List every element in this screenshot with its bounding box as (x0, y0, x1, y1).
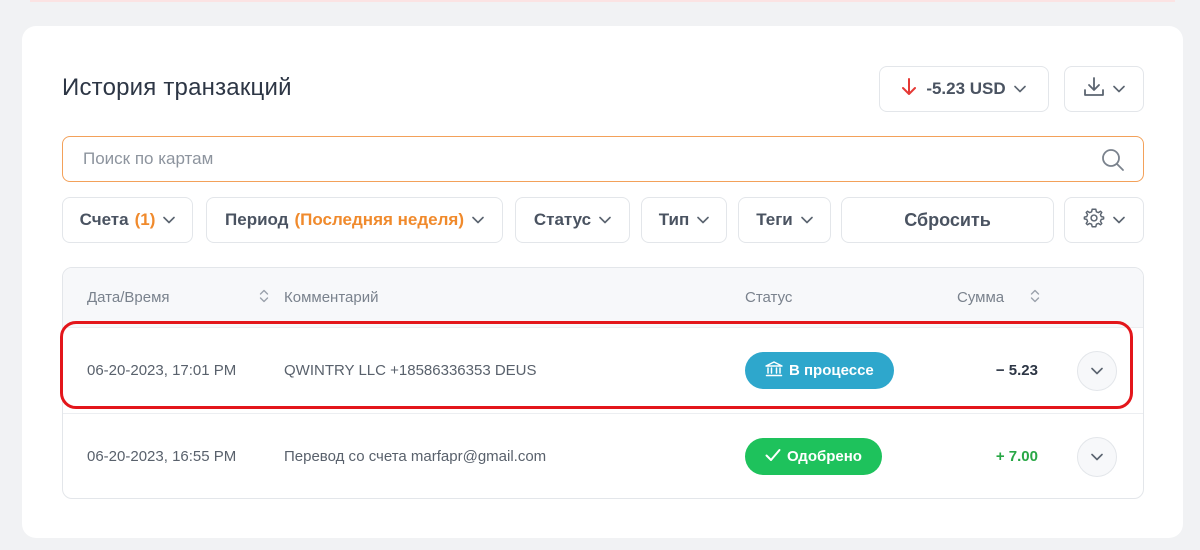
download-icon (1083, 76, 1105, 103)
status-label: В процессе (789, 362, 874, 379)
transactions-table: Дата/Время Комментарий Статус Сумма 06-2… (62, 267, 1144, 499)
filter-accounts-label: Счета (79, 210, 129, 229)
chevron-down-icon (472, 216, 484, 224)
chevron-down-icon (1113, 85, 1125, 93)
chevron-down-icon (1013, 85, 1026, 93)
gear-icon (1083, 207, 1105, 234)
row-comment: Перевод со счета marfapr@gmail.com (284, 448, 547, 465)
balance-dropdown[interactable]: -5.23 USD (879, 66, 1049, 112)
transactions-card: История транзакций -5.23 USD Счета (1) П… (22, 26, 1183, 538)
sort-icon[interactable] (1030, 288, 1040, 309)
table-row[interactable]: 06-20-2023, 17:01 PM QWINTRY LLC +185863… (63, 328, 1143, 414)
row-amount: + 7.00 (995, 448, 1038, 465)
filter-period-label: Период (225, 210, 289, 229)
row-amount: − 5.23 (995, 362, 1038, 379)
filter-status-label: Статус (533, 210, 592, 229)
status-badge: Одобрено (745, 438, 882, 475)
chevron-down-icon (1113, 216, 1125, 224)
arrow-down-icon (902, 77, 917, 101)
chevron-down-icon (599, 216, 611, 224)
header-status: Статус (745, 289, 793, 306)
bank-icon (765, 360, 783, 381)
table-row[interactable]: 06-20-2023, 16:55 PM Перевод со счета ma… (63, 414, 1143, 498)
search-bar (62, 136, 1144, 182)
row-comment: QWINTRY LLC +18586336353 DEUS (284, 362, 537, 379)
header-amount[interactable]: Сумма (957, 289, 1004, 306)
header-comment: Комментарий (284, 289, 379, 306)
expand-row-button[interactable] (1077, 437, 1117, 477)
search-icon[interactable] (1101, 148, 1125, 177)
table-header: Дата/Время Комментарий Статус Сумма (63, 268, 1143, 328)
search-input[interactable] (63, 149, 1063, 169)
chevron-down-icon (800, 216, 813, 224)
filter-period[interactable]: Период (Последняя неделя) (206, 197, 503, 243)
chevron-down-icon (1091, 448, 1103, 466)
filter-tags[interactable]: Теги (738, 197, 831, 243)
filter-status[interactable]: Статус (515, 197, 630, 243)
chevron-down-icon (163, 216, 176, 224)
status-badge: В процессе (745, 352, 894, 389)
row-datetime: 06-20-2023, 16:55 PM (87, 448, 237, 465)
expand-row-button[interactable] (1077, 351, 1117, 391)
download-button[interactable] (1064, 66, 1144, 112)
top-accent-line (30, 0, 1175, 2)
row-datetime: 06-20-2023, 17:01 PM (87, 362, 237, 379)
reset-filters-button[interactable]: Сбросить (841, 197, 1054, 243)
table-settings-button[interactable] (1064, 197, 1144, 243)
header-datetime[interactable]: Дата/Время (87, 289, 170, 306)
balance-value: -5.23 USD (926, 79, 1006, 98)
reset-filters-label: Сбросить (904, 209, 991, 230)
filter-accounts[interactable]: Счета (1) (62, 197, 193, 243)
page-title: История транзакций (62, 74, 292, 101)
filter-tags-label: Теги (756, 210, 793, 229)
chevron-down-icon (697, 216, 710, 224)
sort-icon[interactable] (259, 288, 269, 309)
filter-period-value: (Последняя неделя) (294, 210, 464, 229)
filter-accounts-count: (1) (134, 210, 156, 229)
filter-type[interactable]: Тип (641, 197, 727, 243)
status-label: Одобрено (787, 448, 862, 465)
filter-type-label: Тип (658, 210, 690, 229)
check-icon (765, 448, 781, 466)
chevron-down-icon (1091, 362, 1103, 380)
